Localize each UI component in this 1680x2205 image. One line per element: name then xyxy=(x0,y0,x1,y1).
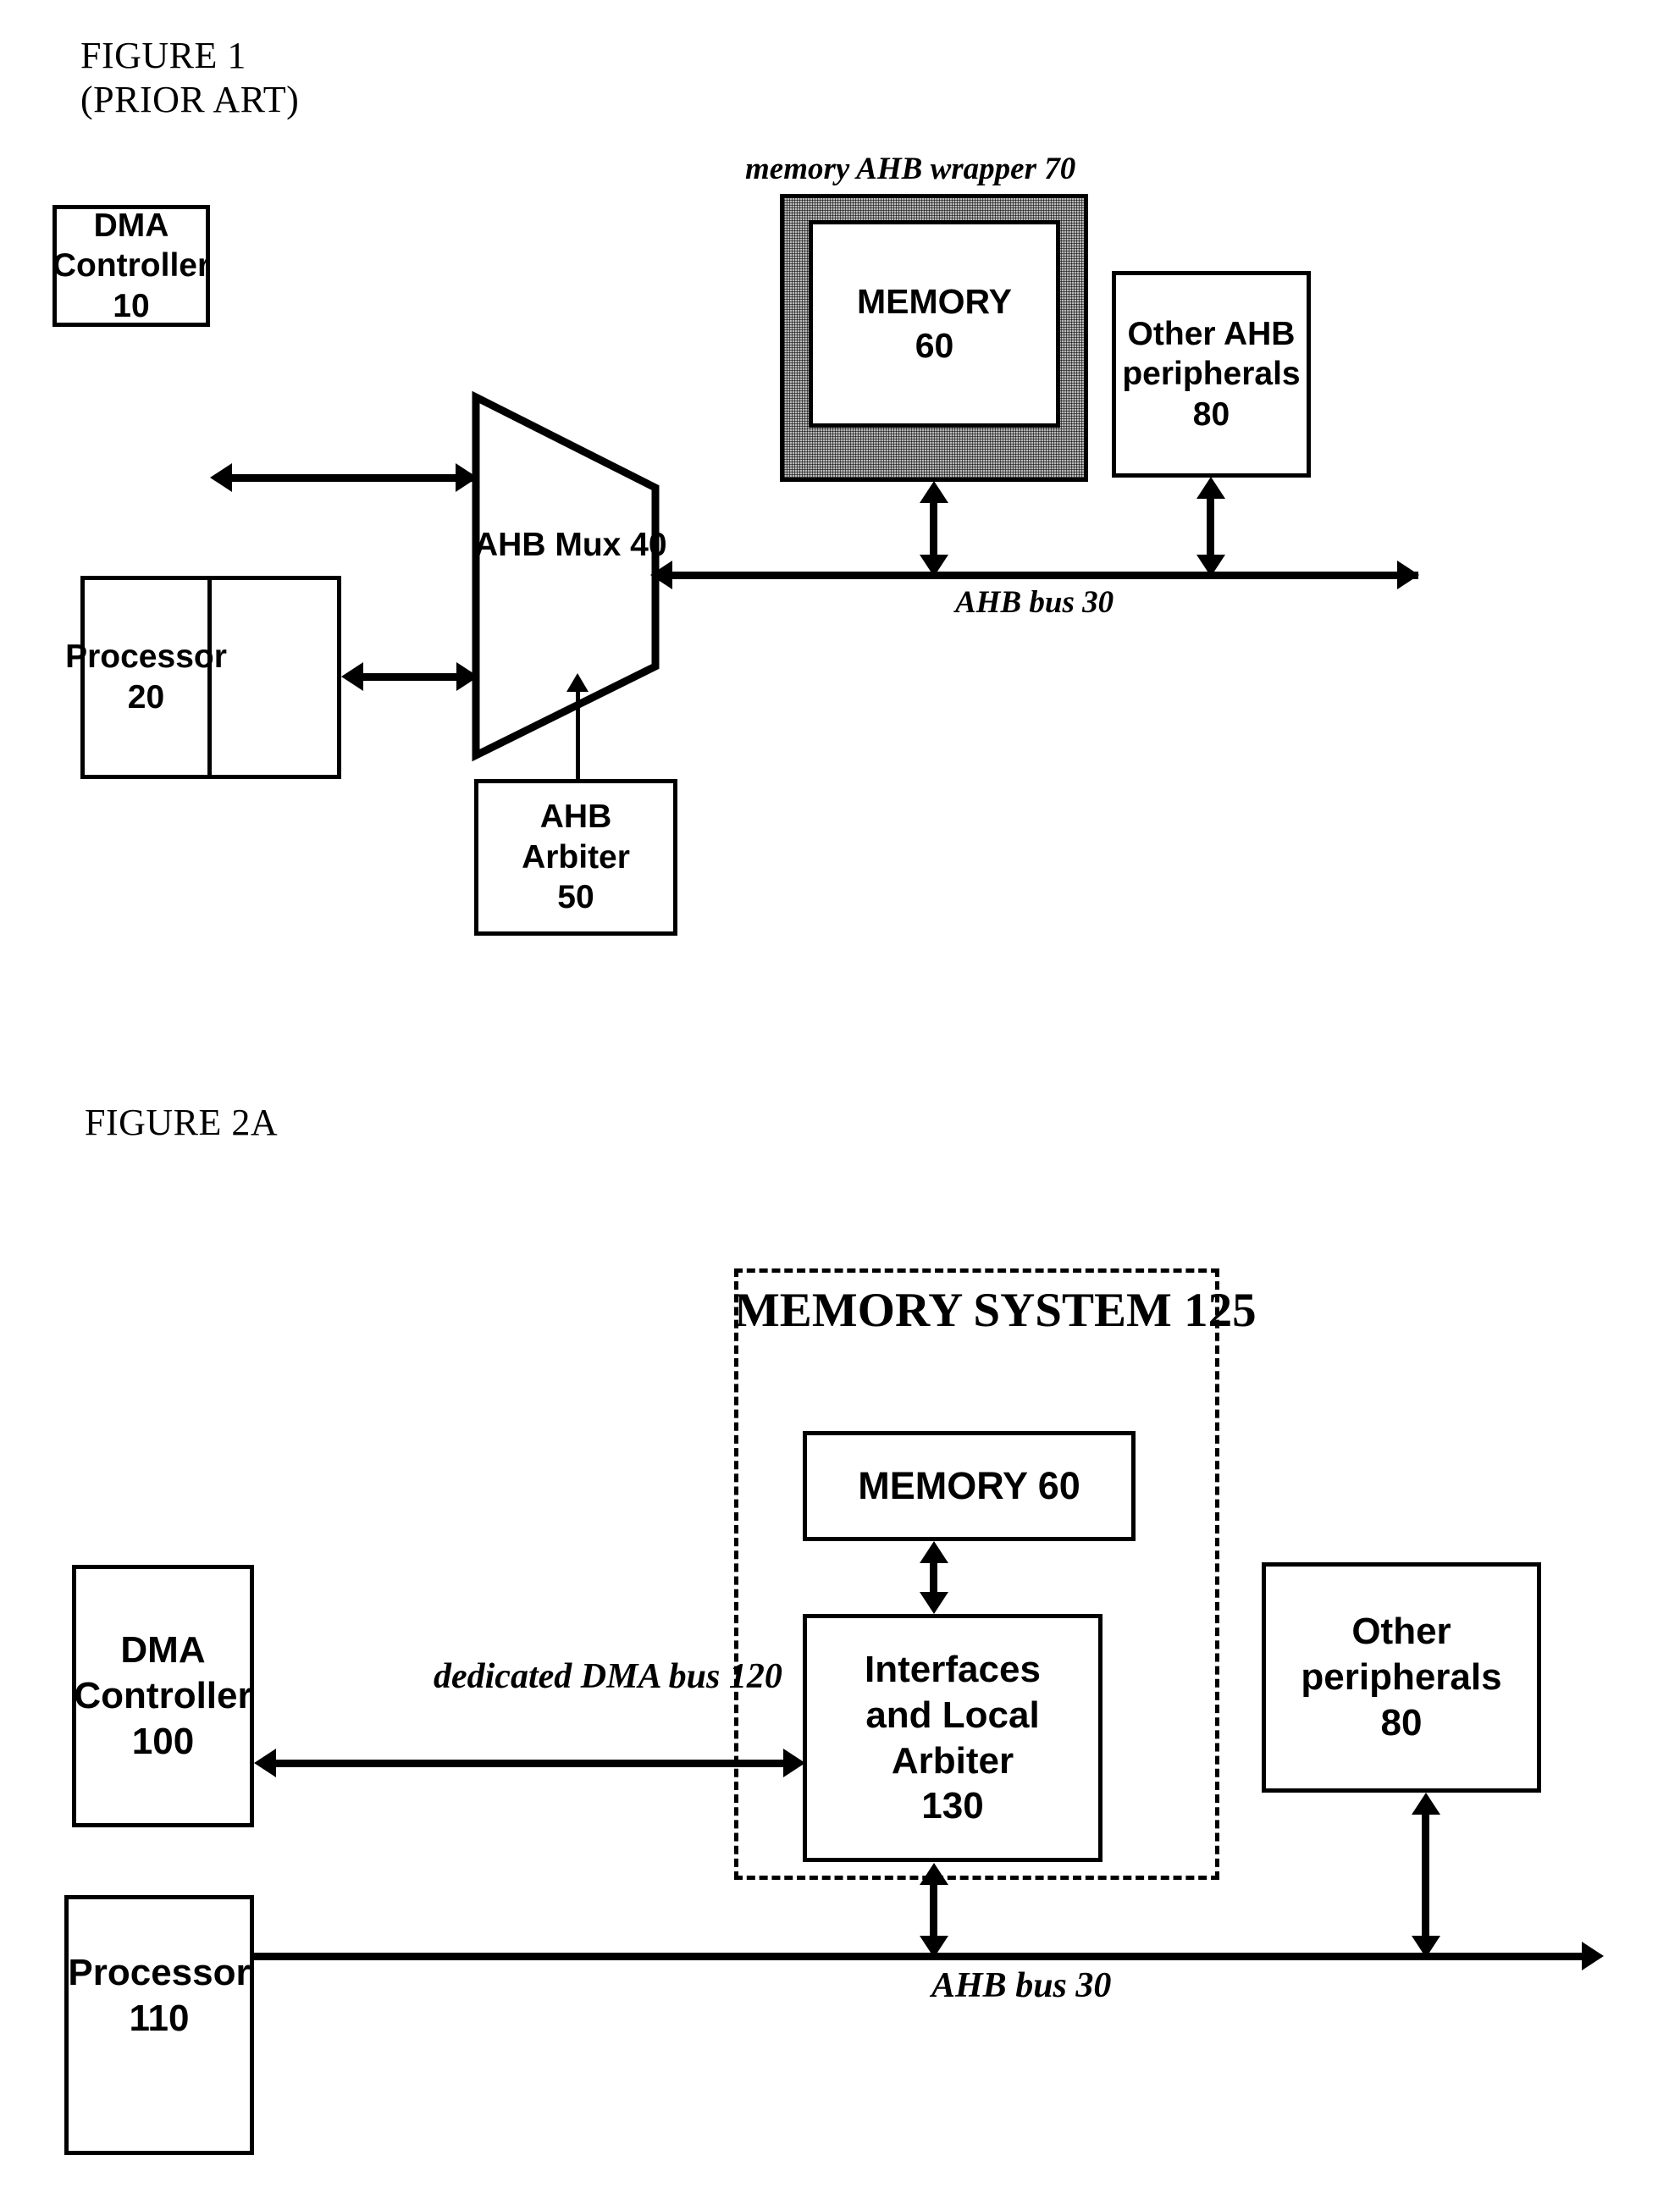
interfaces-line3: Arbiter xyxy=(891,1739,1014,1782)
interfaces-line2: and Local xyxy=(865,1694,1040,1736)
peripherals-to-bus-arrowhead-down-f1 xyxy=(1196,555,1225,577)
ahb-bus-label-f2a: AHB bus 30 xyxy=(931,1966,1112,2005)
dma-to-mux-arrowhead-left xyxy=(210,463,232,492)
interfaces-line4: 130 xyxy=(921,1785,984,1827)
dma-to-mux-connector xyxy=(224,474,475,482)
interfaces-to-bus-arrowhead-up xyxy=(920,1863,948,1885)
dedicated-dma-bus-connector xyxy=(269,1760,788,1767)
processor-block-f2a: Processor 110 xyxy=(64,1895,254,2155)
figure2a-caption: FIGURE 2A xyxy=(85,1101,278,1145)
processor-f2a-line2: 110 xyxy=(129,1997,190,2039)
interfaces-line1: Interfaces xyxy=(865,1649,1041,1691)
memory-to-bus-arrowhead-down-f1 xyxy=(920,555,948,577)
peripherals-to-bus-connector-f1 xyxy=(1207,494,1214,561)
other-ahb-peripherals-line1: Other AHB xyxy=(1127,315,1296,352)
ahb-bus-label-f1: AHB bus 30 xyxy=(955,585,1114,620)
figure1-caption: FIGURE 1 (PRIOR ART) xyxy=(80,34,299,122)
memory-block-f1-line1: MEMORY xyxy=(857,282,1012,322)
dma-to-mux-arrowhead-right xyxy=(456,463,478,492)
other-ahb-peripherals-line2: peripherals xyxy=(1122,356,1301,393)
dma-controller-f2a-line3: 100 xyxy=(131,1720,195,1762)
ahb-mux-trapezoid xyxy=(472,390,660,762)
dma-controller-f2a-line2: Controller xyxy=(74,1675,252,1717)
dedicated-dma-bus-line1: dedicated xyxy=(434,1657,572,1696)
memory-block-f1-line2: 60 xyxy=(915,325,954,365)
memory-block-f2a: MEMORY 60 xyxy=(803,1431,1136,1541)
other-peripherals-f2a-line2: peripherals xyxy=(1301,1656,1502,1699)
memory-to-interfaces-arrowhead-up xyxy=(920,1541,948,1563)
ahb-bus-arrowhead-left-f1 xyxy=(650,561,672,589)
ahb-arbiter-line3: 50 xyxy=(557,879,594,916)
memory-system-title-line2: SYSTEM 125 xyxy=(973,1284,1257,1337)
patent-drawing-page: FIGURE 1 (PRIOR ART) memory AHB wrapper … xyxy=(0,0,1680,2205)
figure1-caption-line1: FIGURE 1 xyxy=(80,35,246,76)
memory-system-title: MEMORY SYSTEM 125 xyxy=(734,1281,1257,1340)
memory-ahb-wrapper-label: memory AHB wrapper 70 xyxy=(745,152,1076,186)
dedicated-dma-bus-arrowhead-right xyxy=(783,1749,805,1777)
memory-to-bus-connector-f1 xyxy=(930,498,937,561)
dma-controller-f1-line3: 10 xyxy=(113,287,150,324)
ahb-bus-arrowhead-right-f1 xyxy=(1397,561,1419,589)
dma-controller-f2a-line1: DMA xyxy=(120,1629,206,1672)
other-peripherals-f2a-line1: Other xyxy=(1351,1611,1451,1653)
dedicated-dma-bus-line2: DMA bus xyxy=(580,1657,721,1696)
processor-to-mux-arrowhead-right xyxy=(456,662,478,691)
interfaces-to-bus-arrowhead-down xyxy=(920,1936,948,1958)
memory-system-title-line1: MEMORY xyxy=(734,1284,962,1337)
peripherals-to-bus-connector-f2a xyxy=(1422,1810,1429,1948)
dedicated-dma-bus-label: dedicated DMA bus 120 xyxy=(434,1655,782,1698)
memory-block-f1: MEMORY 60 xyxy=(809,220,1060,428)
figure1-caption-line2: (PRIOR ART) xyxy=(80,78,300,120)
ahb-bus-arrowhead-right-f2a xyxy=(1582,1942,1604,1970)
processor-block-f1-extension xyxy=(80,576,341,779)
ahb-arbiter-line1: AHB xyxy=(539,799,612,836)
other-ahb-peripherals-line3: 80 xyxy=(1192,395,1230,433)
dma-controller-block-f2a: DMA Controller 100 xyxy=(72,1565,254,1827)
memory-to-interfaces-arrowhead-down xyxy=(920,1592,948,1614)
memory-block-f2a-line1: MEMORY 60 xyxy=(858,1463,1080,1507)
dedicated-dma-bus-arrowhead-left xyxy=(254,1749,276,1777)
processor-f2a-line1: Processor xyxy=(68,1952,251,1993)
other-ahb-peripherals-block: Other AHB peripherals 80 xyxy=(1112,271,1311,478)
processor-to-mux-arrowhead-left xyxy=(341,662,363,691)
peripherals-to-bus-arrowhead-up-f1 xyxy=(1196,477,1225,499)
other-peripherals-block-f2a: Other peripherals 80 xyxy=(1262,1562,1541,1793)
ahb-arbiter-line2: Arbiter xyxy=(522,838,630,876)
other-peripherals-f2a-line3: 80 xyxy=(1380,1701,1423,1744)
arbiter-to-mux-arrowhead xyxy=(566,673,589,692)
peripherals-to-bus-arrowhead-up-f2a xyxy=(1412,1793,1440,1815)
ahb-mux-line2: Mux 40 xyxy=(555,527,667,563)
figure2a-caption-line1: FIGURE 2A xyxy=(85,1102,279,1143)
peripherals-to-bus-arrowhead-down-f2a xyxy=(1412,1936,1440,1958)
ahb-bus-line-f1 xyxy=(669,572,1418,579)
ahb-mux-label: AHB Mux 40 xyxy=(474,525,667,566)
dedicated-dma-bus-line3: 120 xyxy=(728,1657,782,1696)
arbiter-to-mux-connector xyxy=(576,690,580,782)
interfaces-local-arbiter-block: Interfaces and Local Arbiter 130 xyxy=(803,1614,1102,1862)
dma-controller-f1-line2: Controller xyxy=(52,247,211,285)
memory-to-bus-arrowhead-up-f1 xyxy=(920,481,948,503)
ahb-arbiter-block: AHB Arbiter 50 xyxy=(474,779,677,936)
dma-controller-f1-line1: DMA xyxy=(93,207,169,244)
ahb-mux-line1: AHB xyxy=(474,527,546,563)
dma-controller-block-f1: DMA Controller 10 xyxy=(52,205,210,327)
